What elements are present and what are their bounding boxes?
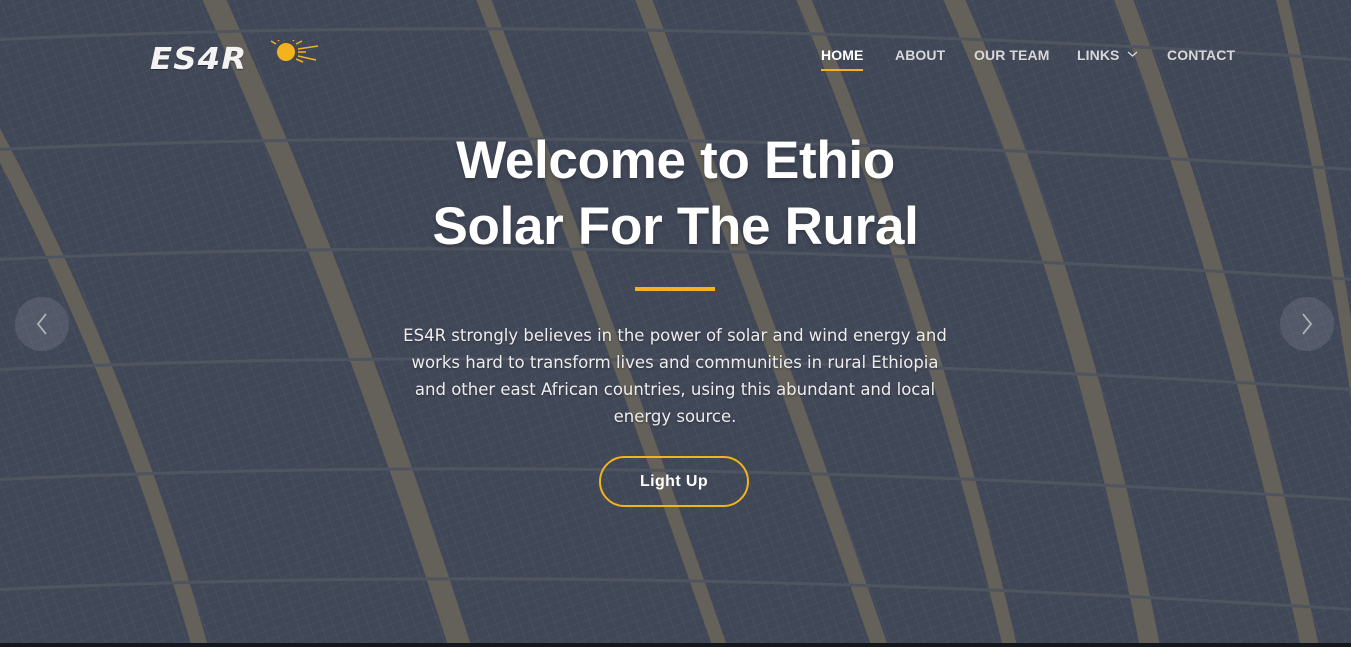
active-underline	[821, 69, 864, 71]
hero-title-line-1: Welcome to Ethio	[456, 131, 895, 190]
light-up-button[interactable]: Light Up	[599, 456, 749, 507]
nav-links-label: LINKS	[1077, 47, 1120, 63]
carousel-prev-button[interactable]	[15, 297, 69, 351]
nav-our-team-label: OUR TEAM	[974, 47, 1050, 63]
chevron-down-icon	[1127, 51, 1137, 58]
hero-title-line-2: Solar For The Rural	[432, 197, 919, 256]
carousel-next-button[interactable]	[1280, 297, 1334, 351]
hero-description: ES4R strongly believes in the power of s…	[403, 326, 947, 426]
nav-our-team[interactable]: OUR TEAM	[974, 46, 1049, 74]
bottom-edge	[0, 643, 1351, 647]
nav-links[interactable]: LINKS	[1077, 46, 1138, 74]
chevron-right-icon	[1302, 313, 1313, 335]
nav-home[interactable]: HOME	[821, 46, 864, 74]
nav-contact[interactable]: CONTACT	[1167, 46, 1235, 74]
nav-about[interactable]: ABOUT	[895, 46, 945, 74]
nav-contact-label: CONTACT	[1167, 47, 1236, 63]
main-nav: HOME ABOUT OUR TEAM LINKS CONTACT	[0, 46, 1351, 76]
title-divider	[635, 287, 715, 291]
nav-home-label: HOME	[821, 47, 864, 63]
chevron-left-icon	[36, 313, 47, 335]
nav-about-label: ABOUT	[895, 47, 946, 63]
